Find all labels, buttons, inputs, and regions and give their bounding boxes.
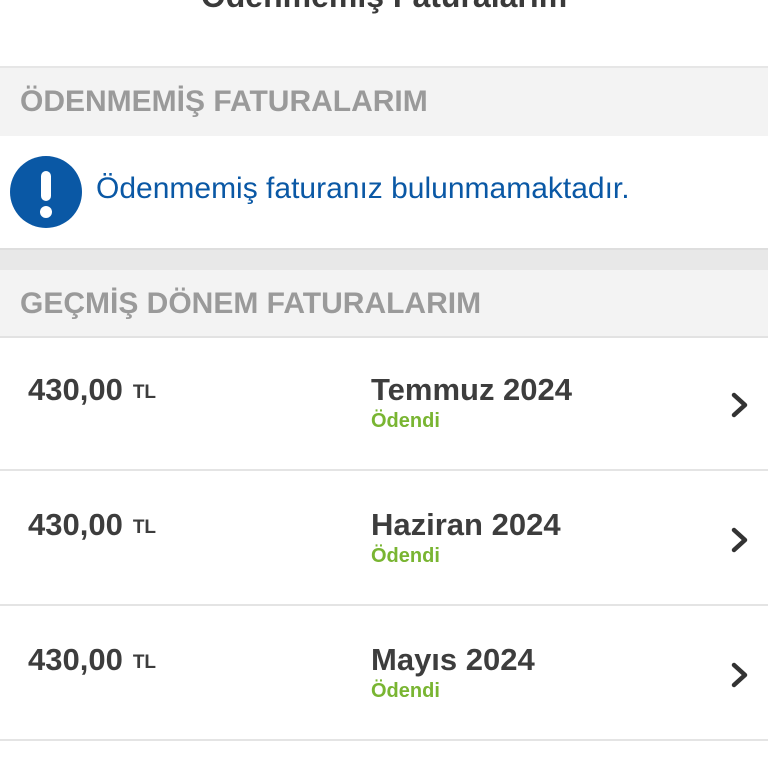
bill-period: Mayıs 2024 (371, 642, 535, 677)
chevron-right-icon (731, 527, 748, 553)
bill-currency: TL (132, 652, 157, 673)
bill-amount: 430,00 TL (28, 372, 157, 407)
bill-status: Ödendi (371, 680, 440, 702)
page-title: Ödenmemiş Faturalarım (0, 0, 768, 15)
section-header-unpaid: ÖDENMEMİŞ FATURALARIM (0, 68, 768, 136)
bill-amount: 430,00 TL (28, 642, 157, 677)
bill-row[interactable]: 430,00 TL Temmuz 2024 Ödendi (0, 338, 768, 471)
chevron-right-icon (731, 392, 748, 418)
section-gap (0, 250, 768, 270)
chevron-right-icon (731, 662, 748, 688)
bill-row[interactable]: 430,00 TL Haziran 2024 Ödendi (0, 473, 768, 606)
bill-period: Haziran 2024 (371, 507, 561, 542)
bill-status: Ödendi (371, 410, 440, 432)
no-unpaid-notice: Ödenmemiş faturanız bulunmamaktadır. (0, 136, 768, 248)
exclamation-circle-icon (10, 156, 82, 228)
bill-currency: TL (132, 517, 157, 538)
bill-row[interactable]: 430,00 TL Mayıs 2024 Ödendi (0, 608, 768, 741)
bill-period: Temmuz 2024 (371, 372, 573, 407)
bill-currency: TL (132, 382, 157, 403)
section-header-past: GEÇMİŞ DÖNEM FATURALARIM (0, 270, 768, 338)
notice-text: Ödenmemiş faturanız bulunmamaktadır. (96, 172, 630, 205)
bill-status: Ödendi (371, 545, 440, 567)
bill-amount: 430,00 TL (28, 507, 157, 542)
